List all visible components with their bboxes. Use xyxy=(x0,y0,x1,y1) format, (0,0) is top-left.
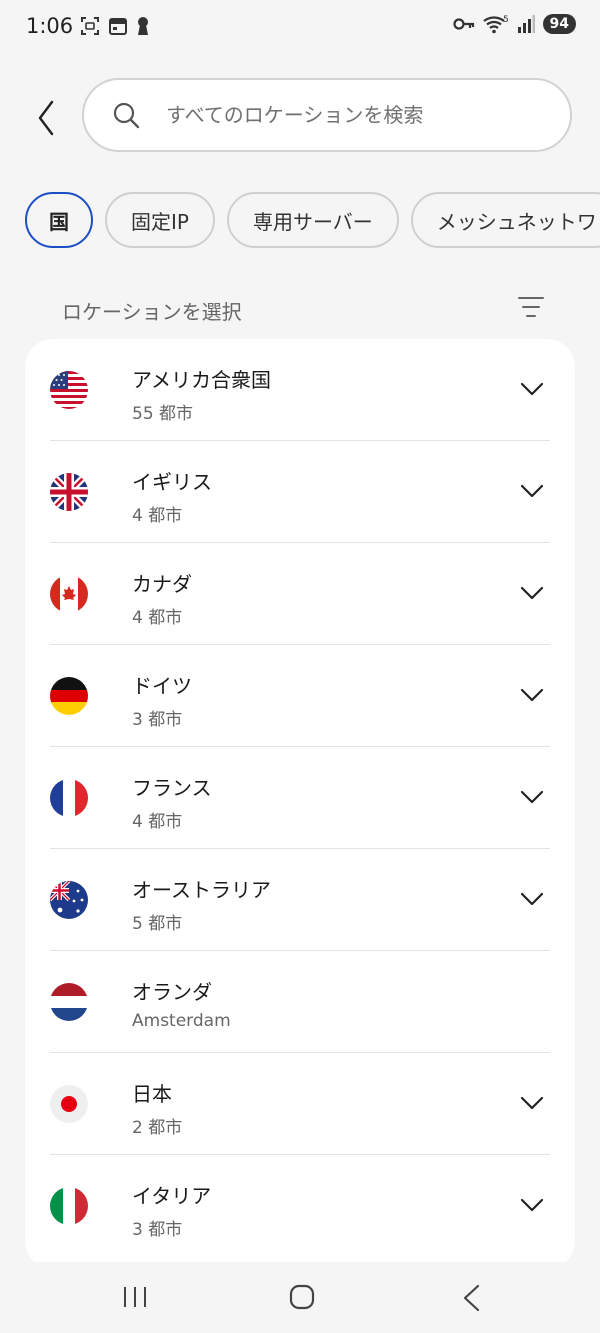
location-name: オーストラリア xyxy=(132,878,271,902)
location-name: イギリス xyxy=(132,470,212,494)
location-city-count: 4 都市 xyxy=(132,608,183,628)
search-icon xyxy=(113,102,140,129)
canada-flag-icon xyxy=(50,575,88,613)
location-row-japan[interactable]: 日本 2 都市 xyxy=(50,1053,550,1155)
location-name: イタリア xyxy=(132,1184,212,1208)
wifi-icon: 5 xyxy=(482,15,509,34)
location-row-usa[interactable]: アメリカ合衆国 55 都市 xyxy=(50,339,550,441)
system-back-icon[interactable] xyxy=(460,1284,482,1312)
location-city-name: Amsterdam xyxy=(132,1011,231,1031)
screenshot-icon xyxy=(81,17,99,35)
battery-indicator: 94 xyxy=(542,14,576,34)
location-name: オランダ xyxy=(132,980,212,1004)
chevron-down-icon[interactable] xyxy=(520,891,544,907)
japan-flag-icon xyxy=(50,1085,88,1123)
location-city-count: 4 都市 xyxy=(132,812,183,832)
location-city-count: 3 都市 xyxy=(132,1220,183,1240)
home-icon[interactable] xyxy=(289,1284,315,1310)
location-row-uk[interactable]: イギリス 4 都市 xyxy=(50,441,550,543)
location-list: アメリカ合衆国 55 都市 イギリス 4 都市 カナダ 4 都市 ドイツ 3 都… xyxy=(25,339,575,1269)
italy-flag-icon xyxy=(50,1187,88,1225)
section-title: ロケーションを選択 xyxy=(62,300,242,324)
location-name: 日本 xyxy=(132,1082,172,1106)
chevron-down-icon[interactable] xyxy=(520,789,544,805)
chip-dedicated-server[interactable]: 専用サーバー xyxy=(226,192,399,248)
chevron-left-icon xyxy=(38,100,54,136)
location-row-netherlands[interactable]: オランダ Amsterdam xyxy=(50,951,550,1053)
calendar-icon xyxy=(109,18,127,35)
back-button[interactable] xyxy=(28,98,64,138)
chevron-down-icon[interactable] xyxy=(520,1095,544,1111)
signal-icon xyxy=(517,15,535,33)
location-row-germany[interactable]: ドイツ 3 都市 xyxy=(50,645,550,747)
chip-countries[interactable]: 国 xyxy=(25,192,93,248)
location-city-count: 4 都市 xyxy=(132,506,183,526)
uk-flag-icon xyxy=(50,473,88,511)
location-city-count: 3 都市 xyxy=(132,710,183,730)
status-icons-right: 5 94 xyxy=(452,14,576,34)
location-city-count: 5 都市 xyxy=(132,914,183,934)
germany-flag-icon xyxy=(50,677,88,715)
vpn-key-icon xyxy=(452,18,474,30)
filter-chips: 国 固定IP 専用サーバー メッシュネットワ xyxy=(25,192,600,248)
location-name: フランス xyxy=(132,776,212,800)
location-row-france[interactable]: フランス 4 都市 xyxy=(50,747,550,849)
chip-mesh-network[interactable]: メッシュネットワ xyxy=(410,192,600,248)
recent-apps-icon[interactable] xyxy=(122,1286,148,1308)
chevron-down-icon[interactable] xyxy=(520,381,544,397)
location-name: アメリカ合衆国 xyxy=(132,368,271,392)
sort-filter-icon[interactable] xyxy=(518,296,544,318)
australia-flag-icon xyxy=(50,881,88,919)
keyhole-icon xyxy=(138,17,148,35)
netherlands-flag-icon xyxy=(50,983,88,1021)
system-nav-bar xyxy=(0,1262,600,1333)
chevron-down-icon[interactable] xyxy=(520,1197,544,1213)
network-type-label: 5 xyxy=(503,15,509,25)
location-row-canada[interactable]: カナダ 4 都市 xyxy=(50,543,550,645)
chevron-down-icon[interactable] xyxy=(520,483,544,499)
status-time: 1:06 xyxy=(26,14,74,38)
status-bar: 1:06 5 94 xyxy=(0,0,600,56)
location-row-australia[interactable]: オーストラリア 5 都市 xyxy=(50,849,550,951)
france-flag-icon xyxy=(50,779,88,817)
location-name: ドイツ xyxy=(132,674,192,698)
search-input[interactable] xyxy=(164,102,548,128)
location-name: カナダ xyxy=(132,572,192,596)
search-bar[interactable] xyxy=(82,78,572,152)
status-icons-left xyxy=(80,16,150,36)
us-flag-icon xyxy=(50,371,88,409)
chevron-down-icon[interactable] xyxy=(520,687,544,703)
chip-dedicated-ip[interactable]: 固定IP xyxy=(105,192,215,248)
location-city-count: 2 都市 xyxy=(132,1118,183,1138)
location-row-italy[interactable]: イタリア 3 都市 xyxy=(50,1155,550,1257)
location-city-count: 55 都市 xyxy=(132,404,194,424)
chevron-down-icon[interactable] xyxy=(520,585,544,601)
